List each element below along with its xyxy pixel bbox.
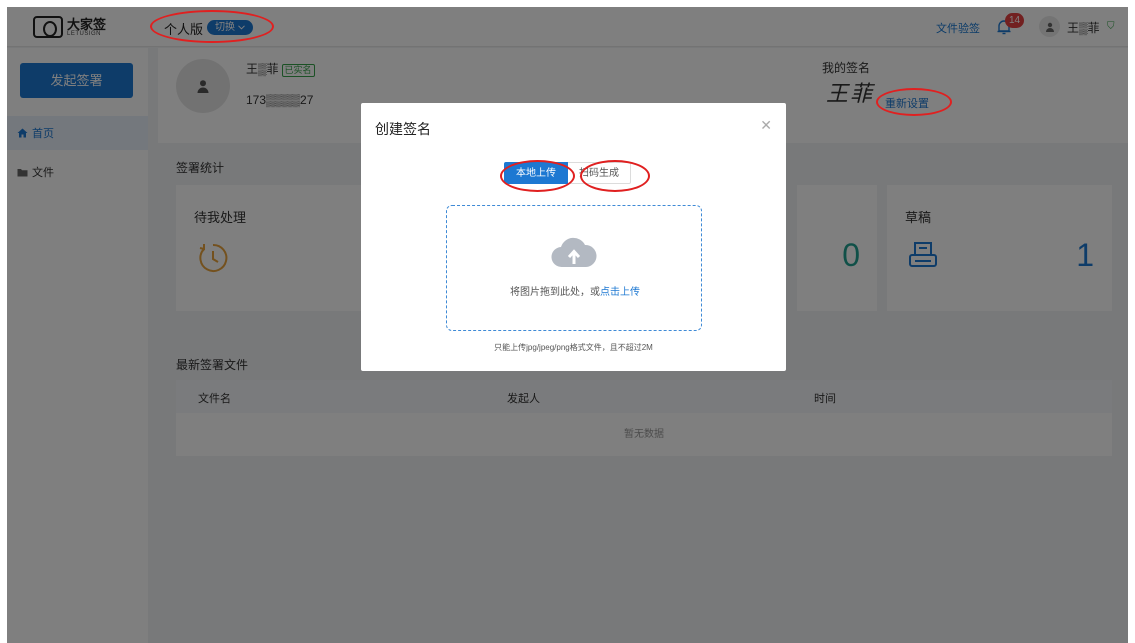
close-icon[interactable]: ✕ (760, 117, 772, 134)
drop-instruction: 将图片拖到此处，或 (510, 287, 600, 298)
click-upload-link[interactable]: 点击上传 (600, 287, 640, 298)
upload-dropzone[interactable]: 将图片拖到此处，或点击上传 (446, 205, 702, 331)
tab-scan-generate[interactable]: 扫码生成 (568, 162, 631, 184)
tab-local-upload[interactable]: 本地上传 (504, 162, 568, 184)
cloud-upload-icon (551, 237, 597, 268)
create-signature-dialog: 创建签名 ✕ 本地上传 扫码生成 将图片拖到此处，或点击上传 只能上传jpg/j… (361, 103, 786, 371)
app-window: 大家签 LETUSIGN 个人版 切换 文件验签 14 王▒菲 ⛉ 发起签署 首… (7, 7, 1128, 643)
dialog-title: 创建签名 (375, 121, 431, 137)
upload-mode-tabs: 本地上传 扫码生成 (504, 162, 631, 184)
upload-hint: 只能上传jpg/jpeg/png格式文件，且不超过2M (494, 343, 653, 352)
